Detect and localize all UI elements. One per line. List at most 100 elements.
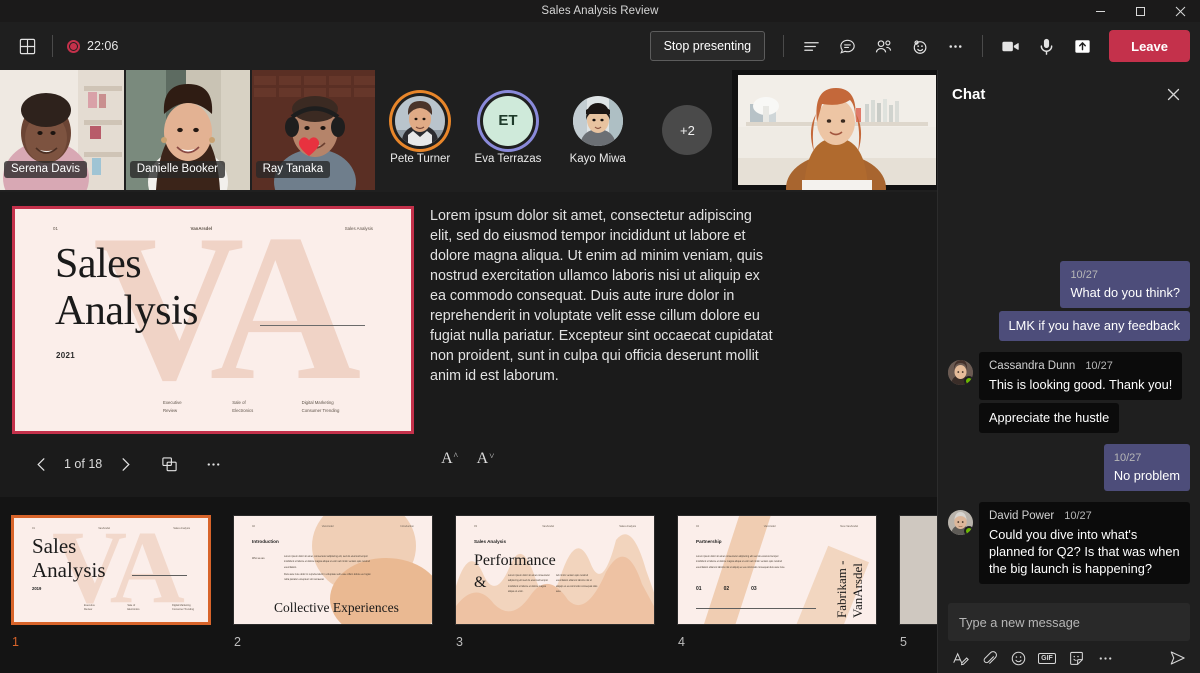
message-text: Appreciate the hustle (989, 409, 1109, 426)
thumbnail-slide[interactable]: VA 01VanArsdelSales Analysis Sales Analy… (0, 515, 222, 673)
slide-eyebrow-left: 01 (53, 226, 58, 231)
menu-icon[interactable] (794, 29, 828, 63)
decrease-font-label: A (477, 450, 489, 468)
next-slide-button[interactable] (108, 447, 142, 481)
chat-message: 10/27 What do you think? LMK if you have… (948, 261, 1190, 344)
leave-button[interactable]: Leave (1109, 30, 1190, 62)
window-titlebar: Sales Analysis Review (0, 0, 1200, 22)
chat-message: Cassandra Dunn 10/27 This is looking goo… (948, 352, 1190, 436)
meeting-toolbar: 22:06 Stop presenting (0, 22, 1200, 70)
microphone-icon[interactable] (1029, 29, 1063, 63)
message-timestamp: 10/27 (1114, 450, 1180, 467)
gif-icon[interactable]: GIF (1035, 646, 1059, 670)
thumbnail-number: 3 (455, 635, 655, 649)
message-author: David Power (989, 508, 1054, 525)
slide-filmstrip[interactable]: VA 01VanArsdelSales Analysis Sales Analy… (0, 497, 937, 673)
thumbnail-rule (696, 608, 816, 609)
chat-bubble-outgoing: LMK if you have any feedback (999, 311, 1190, 341)
thumbnail-slide[interactable]: 04VanArsdelNew VanArsdel Partnership Lor… (666, 515, 888, 673)
chat-icon[interactable] (830, 29, 864, 63)
thumbnail-kicker: Partnership (696, 539, 722, 544)
decrease-font-size-button[interactable]: A˅ (471, 450, 499, 478)
format-text-icon[interactable] (948, 646, 972, 670)
thumbnail-kicker: Sales Analysis (474, 539, 506, 544)
sticker-icon[interactable] (1064, 646, 1088, 670)
thumbnail-rule (132, 575, 187, 576)
heart-reaction-icon (296, 134, 322, 158)
more-options-icon[interactable] (938, 29, 972, 63)
slide-more-options-icon[interactable] (196, 447, 230, 481)
thumbnail-image: 02VanArsdelIntroduction Introduction Who… (233, 515, 433, 625)
participant-name: Danielle Booker (130, 161, 225, 178)
close-icon[interactable] (1160, 81, 1186, 107)
gallery-view-icon[interactable] (10, 29, 44, 63)
participant-tile[interactable]: Pete Turner (377, 70, 463, 190)
participant-tile[interactable]: Kayo Miwa (553, 70, 643, 190)
thumbnail-title: Sales Analysis (32, 535, 106, 583)
toolbar-right-group: Stop presenting (650, 29, 1200, 63)
chat-message-list[interactable]: 10/27 What do you think? LMK if you have… (938, 118, 1200, 599)
thumbnail-paragraph: Lorem ipsum dolor sit amet consectetur a… (696, 554, 786, 570)
thumbnail-number: 5 (899, 635, 937, 649)
paperclip-icon[interactable] (977, 646, 1001, 670)
emoji-icon[interactable] (1006, 646, 1030, 670)
chat-bubble-outgoing: 10/27 What do you think? (1060, 261, 1190, 308)
toolbar-left-group: 22:06 (0, 29, 124, 63)
participant-overflow[interactable]: +2 (645, 70, 731, 190)
message-text: This is looking good. Thank you! (989, 376, 1172, 393)
avatar (948, 510, 973, 535)
participant-tile[interactable]: Serena Davis (0, 70, 124, 190)
thumbnail-eyebrow: 03VanArsdelSales Analysis (456, 525, 654, 528)
recording-time: 22:06 (87, 39, 118, 53)
participant-name: Eva Terrazas (475, 153, 542, 165)
slide-eyebrow-center: VanArsdel (191, 226, 212, 231)
avatar (395, 96, 445, 146)
send-icon[interactable] (1166, 646, 1190, 670)
minimize-icon[interactable] (1080, 0, 1120, 22)
slide-year: 2021 (56, 351, 75, 360)
share-screen-icon[interactable] (1065, 29, 1099, 63)
thumbnail-paragraph: Duis aute irure dolor in reprehenderit i… (284, 572, 376, 583)
presentation-stage: VA 01 VanArsdel Sales Analysis Sales Ana… (0, 192, 937, 497)
participant-name: Kayo Miwa (570, 153, 626, 165)
presenter-video-tile[interactable] (732, 70, 937, 190)
message-stack: Cassandra Dunn 10/27 This is looking goo… (979, 352, 1182, 436)
slide-navigation-bar: 1 of 18 A^ A˅ (0, 442, 937, 486)
avatar (948, 360, 973, 385)
message-author: Cassandra Dunn (989, 358, 1075, 375)
thumbnail-eyebrow: 02VanArsdelIntroduction (234, 525, 432, 528)
thumbnail-year: 2019 (32, 586, 41, 591)
close-icon[interactable] (1160, 0, 1200, 22)
slide-canvas: VA 01 VanArsdel Sales Analysis Sales Ana… (15, 209, 411, 431)
thumbnail-paragraph: Lorem ipsum dolor sit amet consectetur a… (508, 573, 550, 594)
participant-tile[interactable]: Ray Tanaka (252, 70, 376, 190)
previous-slide-button[interactable] (24, 447, 58, 481)
participant-tile[interactable]: Danielle Booker (126, 70, 250, 190)
all-slides-icon[interactable] (152, 447, 186, 481)
slide-footer-item: Digital Marketing Consumer Trending (302, 399, 371, 414)
font-size-controls: A^ A˅ (435, 450, 937, 478)
thumbnail-eyebrow: 01VanArsdelSales Analysis (14, 527, 208, 530)
participant-name: Pete Turner (390, 153, 450, 165)
thumbnail-slide[interactable]: 03VanArsdelSales Analysis Sales Analysis… (444, 515, 666, 673)
participant-tile[interactable]: ET Eva Terrazas (465, 70, 551, 190)
current-slide[interactable]: VA 01 VanArsdel Sales Analysis Sales Ana… (12, 206, 414, 434)
message-header: David Power 10/27 (989, 508, 1180, 525)
message-timestamp: 10/27 (1070, 267, 1180, 284)
toolbar-divider-3 (982, 35, 983, 57)
slide-footer-item: Executive Review (163, 399, 232, 414)
message-input[interactable]: Type a new message (948, 603, 1190, 641)
stop-presenting-button[interactable]: Stop presenting (650, 31, 766, 61)
slide-notes-text: Lorem ipsum dolor sit amet, consectetur … (430, 206, 775, 386)
increase-font-size-button[interactable]: A^ (435, 450, 463, 478)
message-text: LMK if you have any feedback (1009, 317, 1180, 334)
maximize-icon[interactable] (1120, 0, 1160, 22)
reactions-icon[interactable] (902, 29, 936, 63)
message-text: What do you think? (1070, 284, 1180, 301)
thumbnail-slide[interactable]: 02VanArsdelIntroduction Introduction Who… (222, 515, 444, 673)
camera-icon[interactable] (993, 29, 1027, 63)
people-icon[interactable] (866, 29, 900, 63)
thumbnail-slide[interactable]: 5 (888, 515, 937, 673)
compose-more-icon[interactable] (1093, 646, 1117, 670)
thumbnail-image: 04VanArsdelNew VanArsdel Partnership Lor… (677, 515, 877, 625)
